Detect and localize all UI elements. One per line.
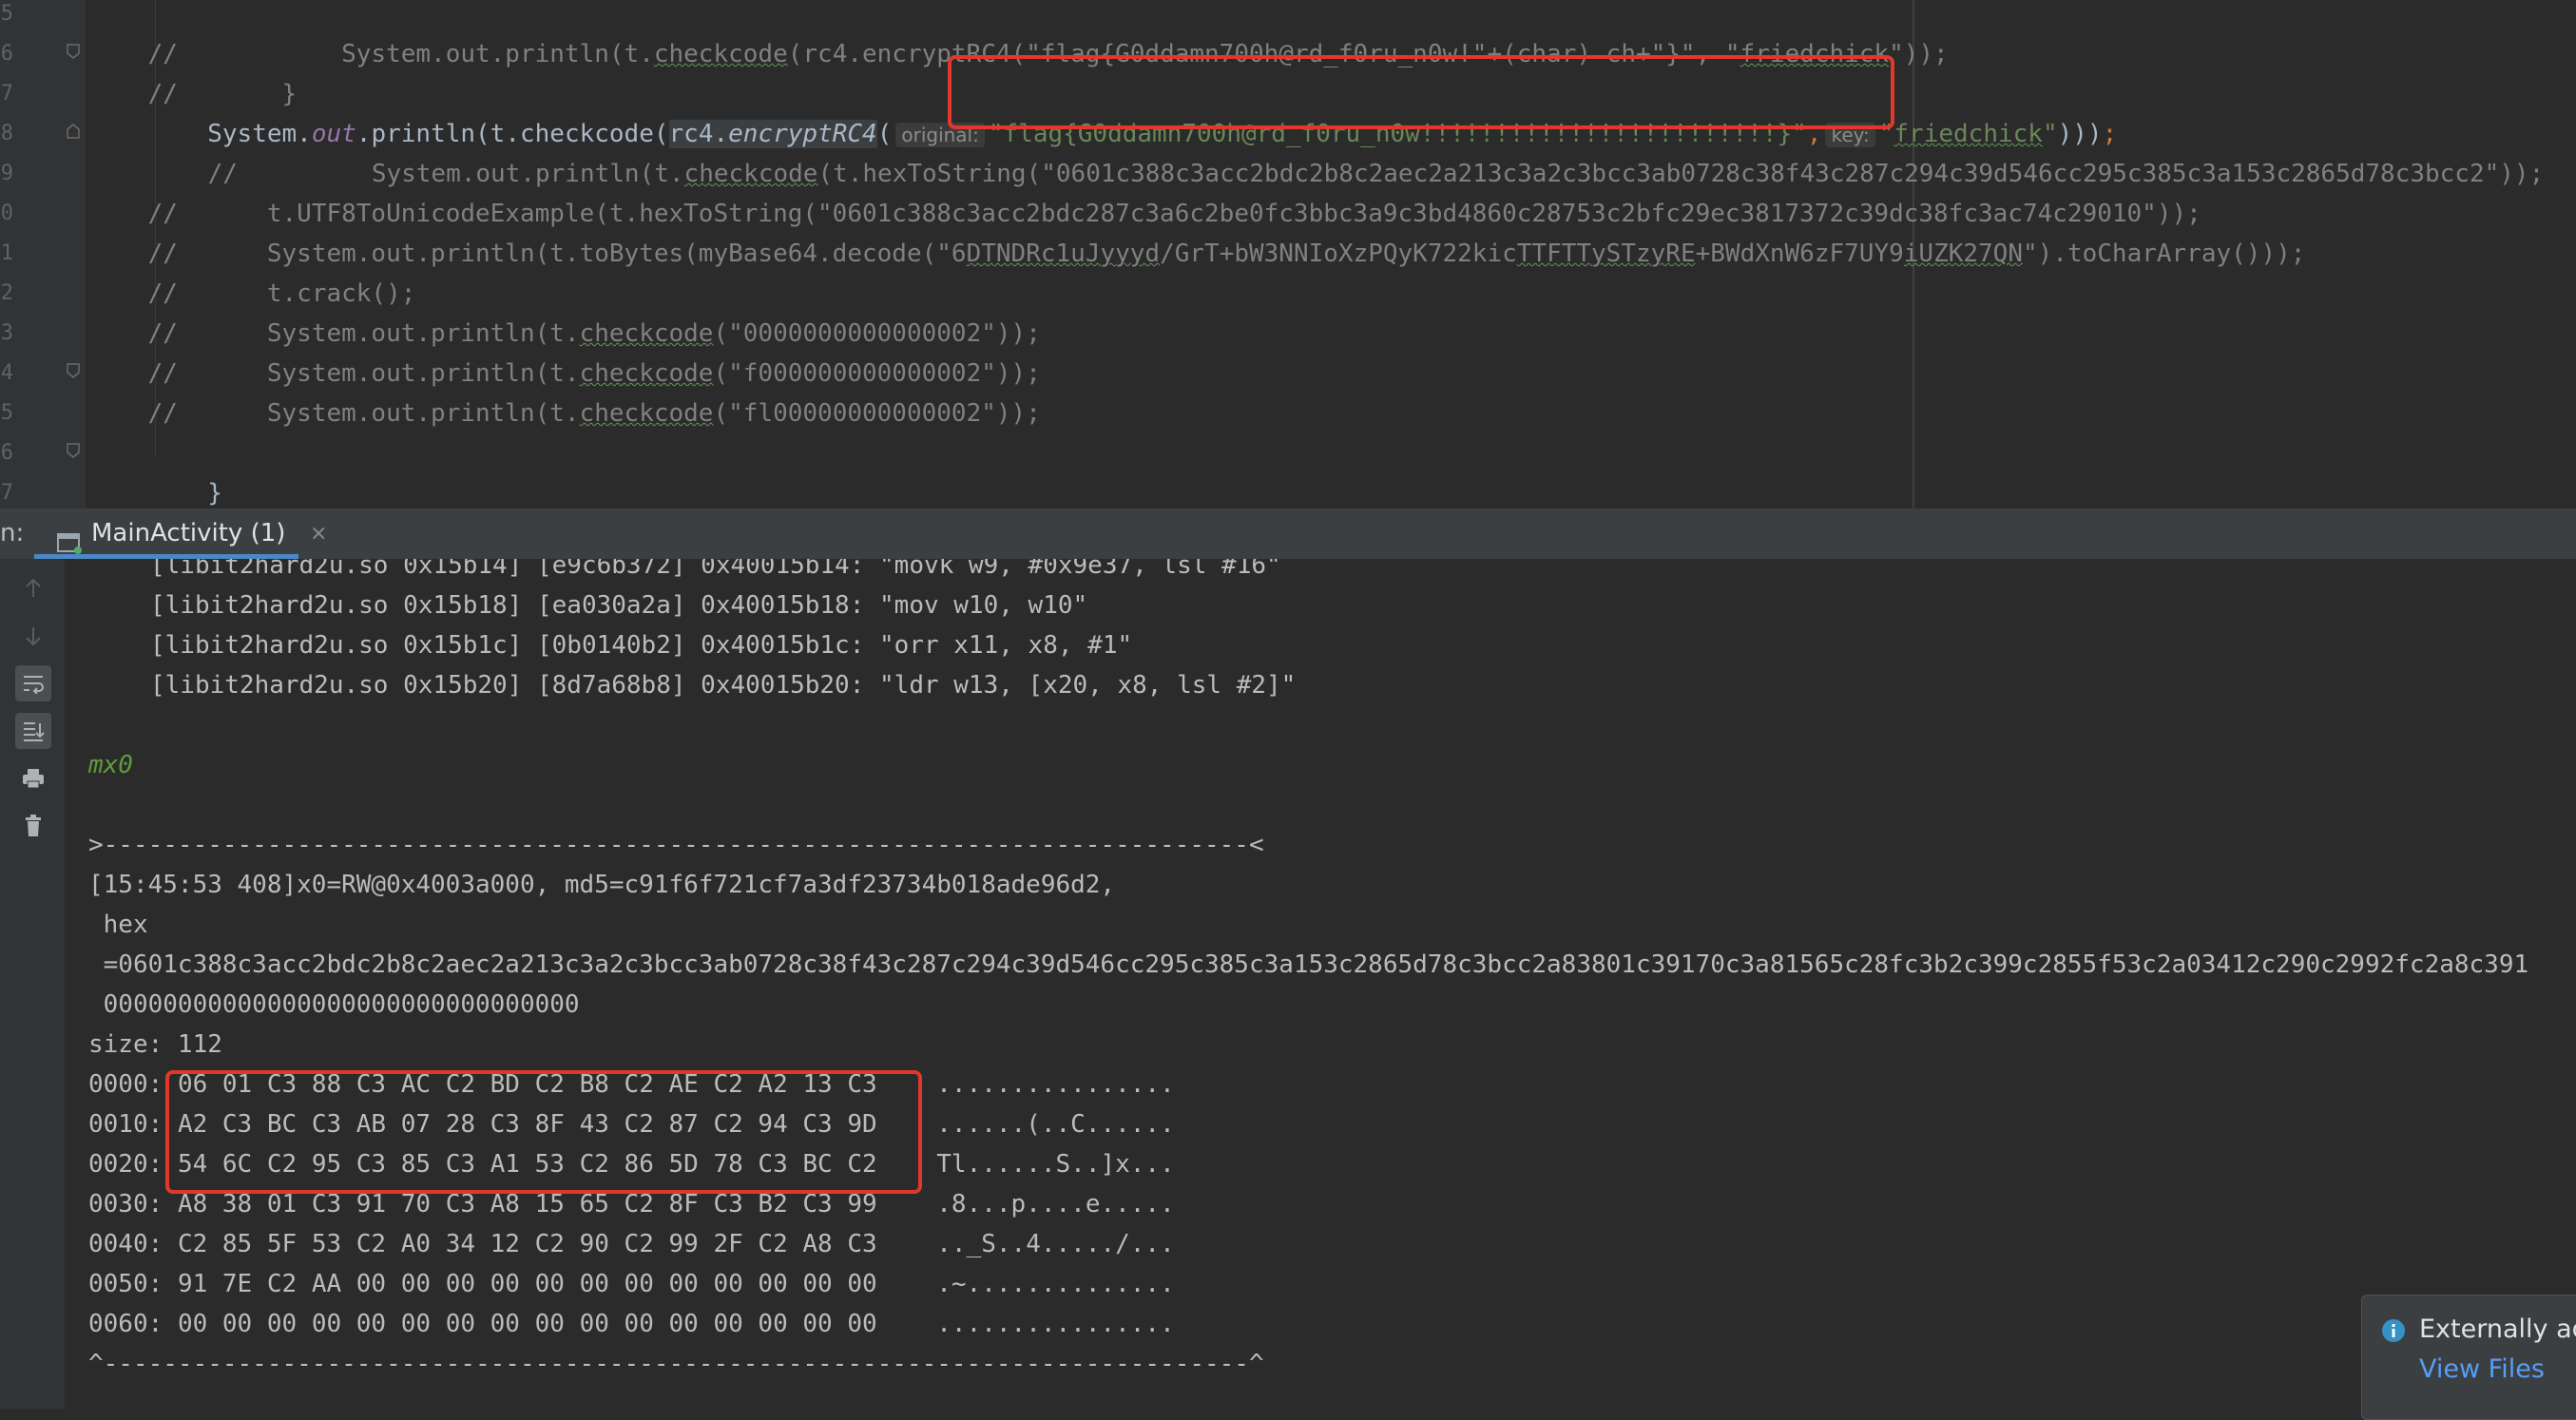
code-line[interactable]: // System.out.println(t.checkcode("00000… bbox=[88, 274, 1041, 348]
dump-offset: 0030: bbox=[88, 1190, 163, 1219]
line-number: 8 bbox=[0, 122, 13, 145]
console-line: [libit2hard2u.so 0x15b20] [8d7a68b8] 0x4… bbox=[150, 671, 1297, 700]
separator-line: >---------------------------------------… bbox=[88, 831, 1264, 859]
editor-gutter: 5 6 7 8 9 0 1 2 3 4 5 6 7 bbox=[0, 0, 86, 509]
dump-offset: 0010: bbox=[88, 1110, 163, 1139]
print-icon[interactable] bbox=[15, 760, 51, 796]
line-number: 9 bbox=[0, 162, 13, 185]
line-number: 7 bbox=[0, 82, 13, 106]
code-text: checkcode bbox=[579, 399, 714, 428]
console-line: [15:45:53 408]x0=RW@0x4003a000, md5=c91f… bbox=[88, 871, 1116, 899]
fold-marker-icon[interactable] bbox=[67, 124, 80, 139]
arrow-up-icon[interactable] bbox=[15, 570, 51, 606]
code-line[interactable]: // } bbox=[88, 34, 298, 108]
dump-ascii: ......(..C...... bbox=[936, 1110, 1175, 1139]
code-line[interactable]: // System.out.println(t.toBytes(myBase64… bbox=[88, 194, 2306, 268]
console-line: hex bbox=[88, 911, 148, 939]
line-number: 1 bbox=[0, 241, 13, 265]
line-number: 6 bbox=[0, 42, 13, 66]
dump-offset: 0040: bbox=[88, 1230, 163, 1258]
code-text: ")); bbox=[1889, 40, 1949, 68]
code-line[interactable]: // t.crack(); bbox=[88, 234, 416, 308]
code-text: /GrT+bW3NNIoXzPQyK722kic bbox=[1160, 240, 1517, 268]
close-icon[interactable]: × bbox=[310, 509, 327, 559]
code-text: System.out.println(t. bbox=[177, 399, 580, 428]
fold-marker-icon[interactable] bbox=[67, 44, 80, 59]
console-line: [libit2hard2u.so 0x15b1c] [0b0140b2] 0x4… bbox=[150, 631, 1133, 660]
dump-row: 0050: 91 7E C2 AA 00 00 00 00 00 00 00 0… bbox=[88, 1264, 1175, 1304]
fold-marker-icon[interactable] bbox=[67, 443, 80, 458]
line-number: 4 bbox=[0, 361, 13, 385]
code-text: ").toCharArray())); bbox=[2023, 240, 2306, 268]
console-icon bbox=[57, 522, 84, 554]
arrow-down-icon[interactable] bbox=[15, 618, 51, 654]
run-label: n: bbox=[0, 519, 25, 547]
highlight-box bbox=[165, 1070, 922, 1194]
code-text: DTNDRc1uJyyyd bbox=[966, 240, 1161, 268]
line-number: 7 bbox=[0, 481, 13, 505]
fold-marker-icon[interactable] bbox=[67, 363, 80, 378]
dump-ascii: .8...p....e..... bbox=[936, 1190, 1175, 1219]
code-line[interactable]: // System.out.println(t.checkcode(rc4.en… bbox=[88, 0, 1949, 68]
run-tool-window-header: n: MainActivity (1) × bbox=[0, 509, 2576, 559]
line-number: 5 bbox=[0, 2, 13, 26]
dump-ascii: .._S..4...../... bbox=[936, 1230, 1175, 1258]
dump-bytes: 00 00 00 00 00 00 00 00 00 00 00 00 00 0… bbox=[177, 1310, 877, 1338]
code-line[interactable]: // System.out.println(t.checkcode("f0000… bbox=[88, 314, 1041, 388]
line-number: 0 bbox=[0, 201, 13, 225]
line-number: 6 bbox=[0, 441, 13, 465]
highlight-box bbox=[948, 55, 1894, 129]
console-output[interactable]: [libit2hard2u.so 0x15b14] [e9c6b372] 0x4… bbox=[0, 559, 2576, 1409]
tab-mainactivity[interactable]: MainActivity (1) × bbox=[34, 509, 327, 559]
dump-offset: 0000: bbox=[88, 1070, 163, 1099]
code-text: } bbox=[147, 479, 222, 508]
code-text: iUZK27QN bbox=[1903, 240, 2023, 268]
code-editor[interactable]: 5 6 7 8 9 0 1 2 3 4 5 6 7 // System.out.… bbox=[0, 0, 2576, 509]
dump-row: 0040: C2 85 5F 53 C2 A0 34 12 C2 90 C2 9… bbox=[88, 1224, 1175, 1264]
dump-offset: 0060: bbox=[88, 1310, 163, 1338]
dump-offset: 0020: bbox=[88, 1150, 163, 1179]
code-line[interactable]: // t.UTF8ToUnicodeExample(t.hexToString(… bbox=[88, 154, 2201, 228]
line-number: 2 bbox=[0, 281, 13, 305]
notification-balloon[interactable]: Externally adc View Files A bbox=[2361, 1295, 2576, 1420]
console-line: size: 112 bbox=[88, 1030, 222, 1059]
register-label: mx0 bbox=[88, 751, 133, 779]
code-text: checkcode bbox=[653, 40, 788, 68]
console-line: 00000000000000000000000000000000 bbox=[88, 990, 580, 1019]
dump-bytes: C2 85 5F 53 C2 A0 34 12 C2 90 C2 99 2F C… bbox=[177, 1230, 877, 1258]
dump-ascii: .~.............. bbox=[936, 1270, 1175, 1298]
dump-bytes: A8 38 01 C3 91 70 C3 A8 15 65 C2 8F C3 B… bbox=[177, 1190, 877, 1219]
info-icon bbox=[2381, 1318, 2406, 1347]
dump-bytes: 91 7E C2 AA 00 00 00 00 00 00 00 00 00 0… bbox=[177, 1270, 877, 1298]
console-toolbar bbox=[0, 559, 65, 1409]
console-line: [libit2hard2u.so 0x15b14] [e9c6b372] 0x4… bbox=[150, 559, 1281, 580]
comment-marker: // bbox=[147, 399, 178, 428]
code-line[interactable]: } bbox=[88, 433, 222, 508]
line-number: 3 bbox=[0, 321, 13, 345]
console-line: =0601c388c3acc2bdc2b8c2aec2a213c3a2c3bcc… bbox=[88, 950, 2529, 979]
dump-offset: 0050: bbox=[88, 1270, 163, 1298]
notification-title: Externally adc bbox=[2419, 1314, 2576, 1344]
dump-ascii: ................ bbox=[936, 1070, 1175, 1099]
trash-icon[interactable] bbox=[15, 808, 51, 844]
view-files-link[interactable]: View Files bbox=[2419, 1354, 2545, 1384]
dump-ascii: Tl......S..]x... bbox=[936, 1150, 1175, 1179]
dump-row: 0060: 00 00 00 00 00 00 00 00 00 00 00 0… bbox=[88, 1304, 1175, 1344]
soft-wrap-icon[interactable] bbox=[15, 665, 51, 701]
dump-ascii: ................ bbox=[936, 1310, 1175, 1338]
tab-label: MainActivity (1) bbox=[91, 519, 286, 547]
separator-line: ^---------------------------------------… bbox=[88, 1350, 1264, 1378]
code-line[interactable]: // System.out.println(t.checkcode("fl000… bbox=[88, 354, 1041, 428]
console-line: [libit2hard2u.so 0x15b18] [ea030a2a] 0x4… bbox=[150, 591, 1088, 620]
code-text: +BWdXnW6zF7UY9 bbox=[1695, 240, 1904, 268]
code-text: ("fl00000000000002")); bbox=[713, 399, 1041, 428]
line-number: 5 bbox=[0, 401, 13, 425]
scroll-to-end-icon[interactable] bbox=[15, 713, 51, 749]
code-text: TTFTTySTzyRE bbox=[1516, 240, 1696, 268]
